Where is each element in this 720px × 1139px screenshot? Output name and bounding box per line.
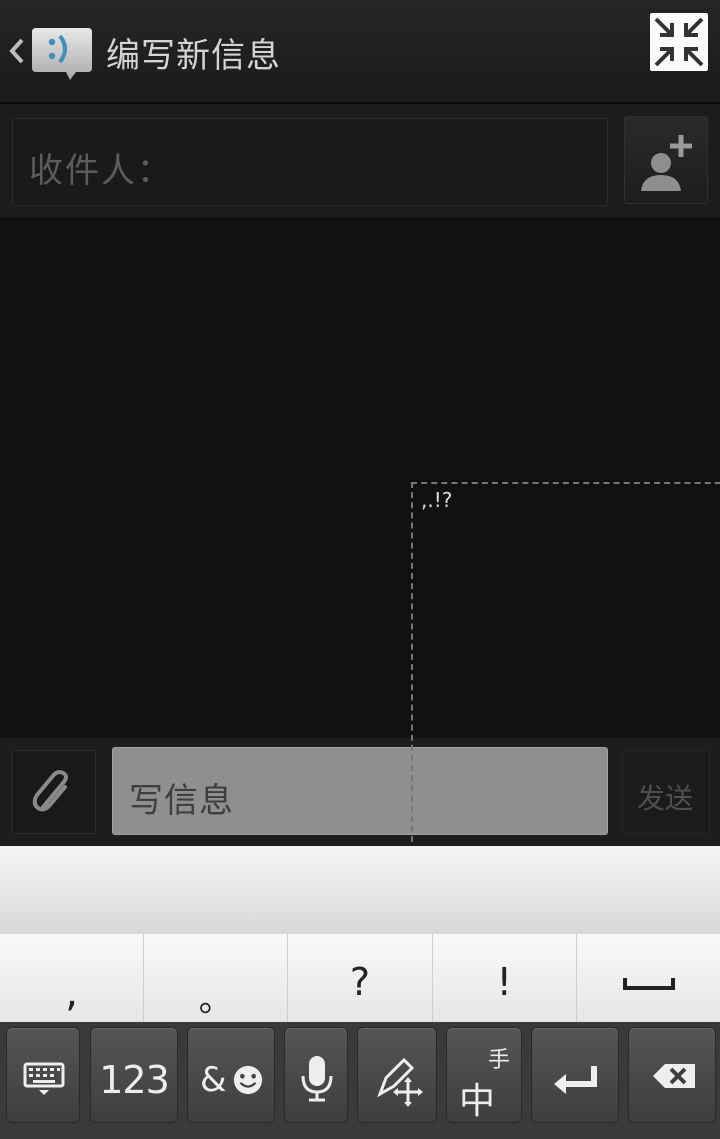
- recipient-input[interactable]: 收件人：: [12, 118, 608, 206]
- ime-label: 中: [458, 1081, 495, 1122]
- messaging-app-icon[interactable]: [30, 24, 94, 82]
- page-title: 编写新信息: [106, 36, 281, 76]
- voice-input-key[interactable]: [284, 1027, 348, 1123]
- key-comma[interactable]: ,: [0, 934, 145, 1022]
- message-placeholder: 写信息: [129, 781, 234, 821]
- delete-key[interactable]: [628, 1027, 716, 1123]
- punctuation-row: , 。 ? !: [0, 934, 720, 1022]
- microphone-icon: [301, 1056, 333, 1102]
- space-icon: [622, 978, 675, 990]
- shrink-window-button[interactable]: [650, 13, 708, 71]
- symbols-emoji-key[interactable]: &: [187, 1027, 275, 1123]
- ime-sub-label: 手: [487, 1048, 510, 1073]
- pen-move-icon: [377, 1057, 423, 1107]
- handwriting-settings-key[interactable]: [357, 1027, 437, 1123]
- ime-switch-key[interactable]: 手 中: [446, 1027, 522, 1123]
- enter-key[interactable]: [531, 1027, 619, 1123]
- key-exclamation[interactable]: !: [433, 934, 577, 1022]
- recipient-placeholder: 收件人：: [29, 151, 173, 191]
- candidate-bar: [0, 846, 720, 934]
- numbers-label: 123: [99, 1058, 170, 1102]
- collapse-icon: [654, 17, 704, 67]
- key-space[interactable]: [577, 934, 720, 1022]
- key-period[interactable]: 。: [144, 934, 289, 1022]
- numbers-key[interactable]: 123: [90, 1027, 178, 1123]
- add-person-icon: [641, 135, 692, 191]
- backspace-icon: [653, 1064, 695, 1088]
- hide-keyboard-button[interactable]: [6, 1027, 80, 1123]
- handwriting-hint: ,.!?: [421, 488, 453, 512]
- recipient-area: 收件人：: [0, 104, 720, 218]
- key-question[interactable]: ?: [288, 934, 433, 1022]
- attach-button[interactable]: [12, 750, 96, 834]
- title-bar: 编写新信息: [0, 0, 720, 104]
- enter-icon: [554, 1066, 597, 1094]
- keyboard-icon: [23, 1062, 65, 1095]
- smiley-icon: [233, 1065, 263, 1095]
- back-arrow-icon[interactable]: [6, 34, 26, 68]
- add-contact-button[interactable]: [624, 116, 708, 204]
- handwriting-area[interactable]: ,.!?: [411, 482, 720, 852]
- paperclip-icon: [32, 770, 68, 812]
- keyboard-bottom-row: 123 & 手 中: [0, 1022, 720, 1139]
